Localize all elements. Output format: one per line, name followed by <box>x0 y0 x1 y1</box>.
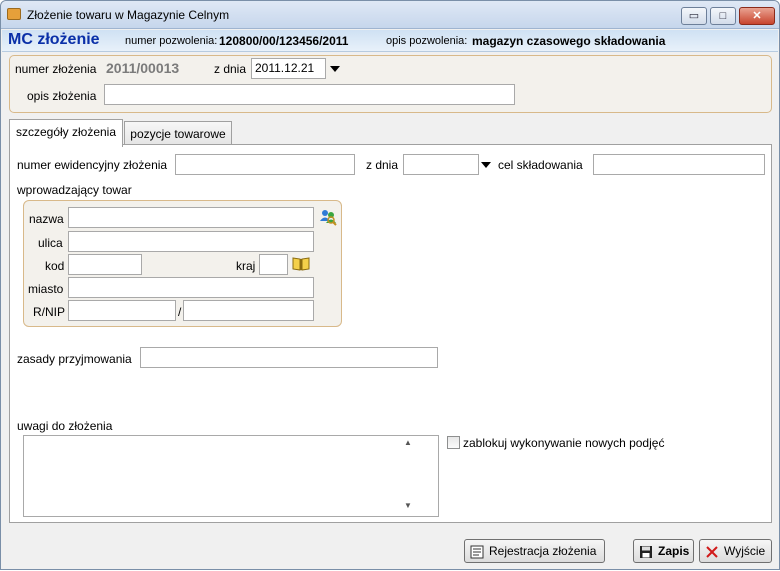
nip-separator: / <box>178 305 182 319</box>
city-label: miasto <box>28 282 64 296</box>
introducer-label: wprowadzający towar <box>17 183 132 197</box>
scroll-up-icon[interactable]: ▲ <box>400 438 416 450</box>
details-date-label: z dnia <box>366 158 399 172</box>
scroll-down-icon[interactable]: ▼ <box>400 501 416 513</box>
country-label: kraj <box>236 259 256 273</box>
window: Złożenie towaru w Magazynie Celnym ▭ □ ✕… <box>0 0 780 570</box>
notes-textarea[interactable] <box>23 435 439 517</box>
people-search-icon[interactable] <box>319 208 337 226</box>
block-checkbox-label: zablokuj wykonywanie nowych podjęć <box>463 436 665 450</box>
details-date-field[interactable] <box>403 154 479 175</box>
acceptance-field[interactable] <box>140 347 438 368</box>
notes-label: uwagi do złożenia <box>17 419 113 433</box>
street-field[interactable] <box>68 231 314 252</box>
street-label: ulica <box>38 236 63 250</box>
book-icon[interactable] <box>292 256 310 274</box>
postcode-label: kod <box>45 259 65 273</box>
name-label: nazwa <box>29 212 64 226</box>
name-field[interactable] <box>68 207 314 228</box>
evidence-number-label: numer ewidencyjny złożenia <box>17 158 168 172</box>
details-date-dropdown-icon[interactable] <box>481 162 491 168</box>
postcode-field[interactable] <box>68 254 142 275</box>
nip-label: R/NIP <box>33 305 66 319</box>
country-field[interactable] <box>259 254 288 275</box>
nip-field-2[interactable] <box>183 300 314 321</box>
block-checkbox[interactable] <box>447 436 460 449</box>
acceptance-label: zasady przyjmowania <box>17 352 132 366</box>
nip-field-1[interactable] <box>68 300 176 321</box>
purpose-field[interactable] <box>593 154 765 175</box>
evidence-number-field[interactable] <box>175 154 355 175</box>
details-content: numer ewidencyjny złożenia z dnia cel sk… <box>1 1 780 571</box>
purpose-label: cel składowania <box>498 158 583 172</box>
city-field[interactable] <box>68 277 314 298</box>
